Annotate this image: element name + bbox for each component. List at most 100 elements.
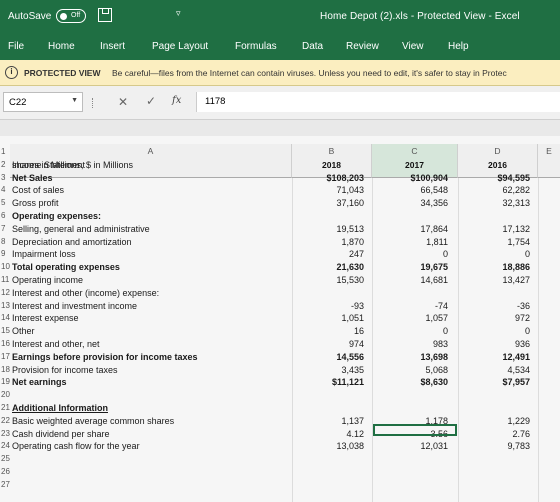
row-header[interactable]: 14 xyxy=(0,313,10,322)
row-label[interactable]: Cost of sales xyxy=(12,185,64,195)
tab-home[interactable]: Home xyxy=(48,41,75,52)
cell-2016[interactable]: 12,491 xyxy=(486,352,530,362)
row-label[interactable]: Interest and other (income) expense: xyxy=(12,288,159,298)
cell-2016[interactable]: $7,957 xyxy=(486,377,530,387)
cell-2016[interactable]: 13,427 xyxy=(486,275,530,285)
cell-2017[interactable]: 983 xyxy=(404,339,448,349)
cell-2018[interactable]: 1,137 xyxy=(320,416,364,426)
cell-2016[interactable]: 32,313 xyxy=(486,198,530,208)
cell-2018[interactable]: 71,043 xyxy=(320,185,364,195)
tab-help[interactable]: Help xyxy=(448,41,469,52)
row-label[interactable]: Additional Information xyxy=(12,403,108,413)
row-header[interactable]: 20 xyxy=(0,390,10,399)
cell-2017[interactable]: 34,356 xyxy=(404,198,448,208)
row-label[interactable]: Basic weighted average common shares xyxy=(12,416,174,426)
row-header[interactable]: 6 xyxy=(0,211,10,220)
row-header[interactable]: 19 xyxy=(0,377,10,386)
row-header[interactable]: 8 xyxy=(0,237,10,246)
row-label[interactable]: Depreciation and amortization xyxy=(12,237,132,247)
row-header[interactable]: 12 xyxy=(0,288,10,297)
chevron-down-icon[interactable]: ▼ xyxy=(71,97,78,104)
cell-2018[interactable]: 19,513 xyxy=(320,224,364,234)
cell-2016[interactable]: 936 xyxy=(486,339,530,349)
row-header[interactable]: 18 xyxy=(0,365,10,374)
cell-2018[interactable]: 974 xyxy=(320,339,364,349)
row-header[interactable]: 4 xyxy=(0,185,10,194)
cell-2017[interactable]: 66,548 xyxy=(404,185,448,195)
cell-2017[interactable]: 14,681 xyxy=(404,275,448,285)
row-label[interactable]: Net earnings xyxy=(12,377,67,387)
row-label[interactable]: Operating expenses: xyxy=(12,211,101,221)
cell-2016[interactable]: 62,282 xyxy=(486,185,530,195)
tab-review[interactable]: Review xyxy=(346,41,379,52)
cell-2017[interactable]: 1,057 xyxy=(404,313,448,323)
row-label[interactable]: Earnings before provision for income tax… xyxy=(12,352,198,362)
row-label[interactable]: Total operating expenses xyxy=(12,262,120,272)
row-label[interactable]: Interest and other, net xyxy=(12,339,100,349)
cell-2016[interactable]: $94,595 xyxy=(486,173,530,183)
row-header[interactable]: 24 xyxy=(0,441,10,450)
cell-2016[interactable]: -36 xyxy=(486,301,530,311)
cell-2018[interactable]: 247 xyxy=(320,249,364,259)
selected-cell-c22[interactable] xyxy=(373,424,457,436)
cell-2017[interactable]: 5,068 xyxy=(404,365,448,375)
row-label[interactable]: Selling, general and administrative xyxy=(12,224,150,234)
name-box[interactable]: C22 ▼ xyxy=(3,92,83,112)
row-header[interactable]: 26 xyxy=(0,467,10,476)
row-header[interactable]: 5 xyxy=(0,198,10,207)
row-header[interactable]: 13 xyxy=(0,301,10,310)
cell-2017[interactable]: 0 xyxy=(404,249,448,259)
cell-2017[interactable]: 0 xyxy=(404,326,448,336)
row-header[interactable]: 1 xyxy=(0,147,10,156)
cell-2017[interactable]: 1,811 xyxy=(404,237,448,247)
cell-2017[interactable]: $100,904 xyxy=(404,173,448,183)
row-header[interactable]: 3 xyxy=(0,173,10,182)
row-header[interactable]: 16 xyxy=(0,339,10,348)
column-header-e[interactable]: E xyxy=(538,144,560,178)
save-icon[interactable] xyxy=(98,8,112,22)
row-label[interactable]: Other xyxy=(12,326,35,336)
customize-toolbar-icon[interactable]: ▿ xyxy=(176,8,181,19)
tab-file[interactable]: File xyxy=(8,41,24,52)
cell-2017[interactable]: 13,698 xyxy=(404,352,448,362)
row-header[interactable]: 22 xyxy=(0,416,10,425)
row-label[interactable]: Interest expense xyxy=(12,313,79,323)
cell-2018[interactable]: 3,435 xyxy=(320,365,364,375)
cell-2016[interactable]: 18,886 xyxy=(486,262,530,272)
cell-2017[interactable]: 12,031 xyxy=(404,441,448,451)
row-header[interactable]: 17 xyxy=(0,352,10,361)
row-label[interactable]: Interest and investment income xyxy=(12,301,137,311)
cell-2017[interactable]: $8,630 xyxy=(404,377,448,387)
insert-function-icon[interactable]: fx xyxy=(172,95,181,106)
cell-2018[interactable]: $108,203 xyxy=(320,173,364,183)
cell-2018[interactable]: 4.12 xyxy=(320,429,364,439)
tab-insert[interactable]: Insert xyxy=(100,41,125,52)
row-header[interactable]: 21 xyxy=(0,403,10,412)
cell-2016[interactable]: 1,754 xyxy=(486,237,530,247)
tab-formulas[interactable]: Formulas xyxy=(235,41,277,52)
cell-2018[interactable]: 14,556 xyxy=(320,352,364,362)
cell-2016[interactable]: 0 xyxy=(486,326,530,336)
cell-2016[interactable]: 1,229 xyxy=(486,416,530,426)
row-label[interactable]: Provision for income taxes xyxy=(12,365,118,375)
row-header[interactable]: 7 xyxy=(0,224,10,233)
cell-2018[interactable]: 16 xyxy=(320,326,364,336)
row-header[interactable]: 27 xyxy=(0,480,10,489)
cell-2016[interactable]: 972 xyxy=(486,313,530,323)
cell-2017[interactable]: 19,675 xyxy=(404,262,448,272)
row-header[interactable]: 23 xyxy=(0,429,10,438)
cell-2016[interactable]: 9,783 xyxy=(486,441,530,451)
cell-2016[interactable]: 2.76 xyxy=(486,429,530,439)
cell-2018[interactable]: 21,630 xyxy=(320,262,364,272)
cell-2018[interactable]: 15,530 xyxy=(320,275,364,285)
autosave-toggle[interactable]: Off xyxy=(56,9,86,23)
row-header[interactable]: 25 xyxy=(0,454,10,463)
row-label[interactable]: Operating cash flow for the year xyxy=(12,441,140,451)
formula-input[interactable]: 1178 xyxy=(196,92,560,112)
row-label[interactable]: Cash dividend per share xyxy=(12,429,110,439)
row-header[interactable]: 2 xyxy=(0,160,10,169)
row-label[interactable]: shares in Millions, $ in Millions xyxy=(12,160,133,170)
enter-icon[interactable]: ✓ xyxy=(146,94,156,108)
cell-2018[interactable]: 37,160 xyxy=(320,198,364,208)
cell-2016[interactable]: 4,534 xyxy=(486,365,530,375)
